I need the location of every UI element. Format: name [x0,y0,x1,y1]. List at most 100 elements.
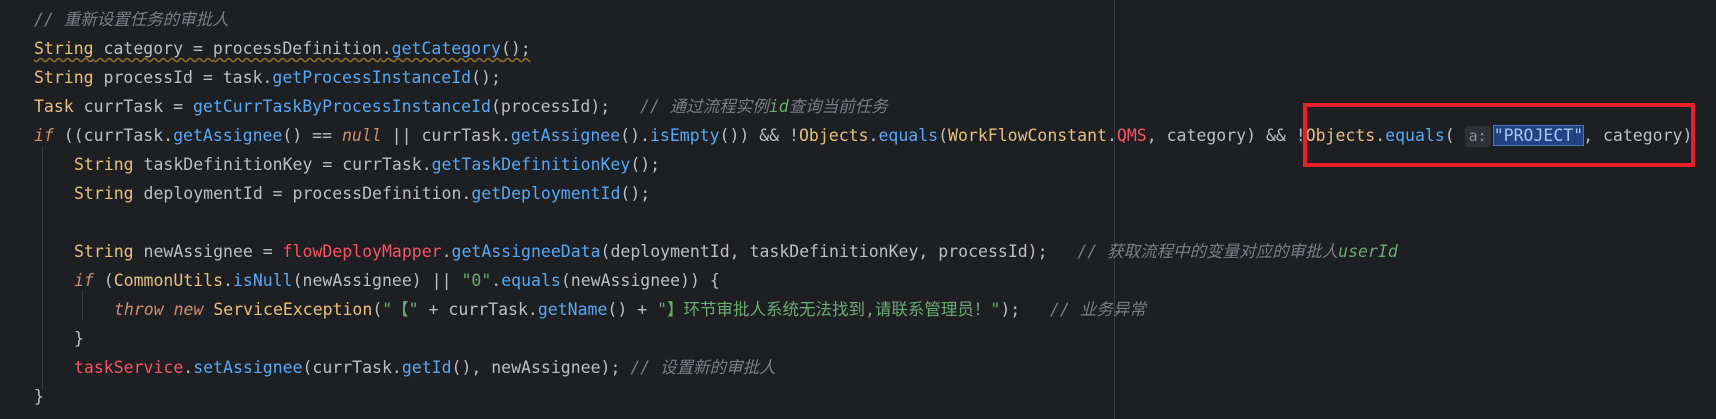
code-token: // 通过流程实例 [640,97,769,116]
code-token: throw [114,300,164,319]
code-token: id [768,97,789,116]
code-token: new [173,300,204,319]
code-token: . [223,271,233,290]
code-line-1[interactable]: // 重新设置任务的审批人 [34,5,229,34]
code-token: // 业务异常 [1050,300,1146,319]
code-line-6[interactable]: String taskDefinitionKey = currTask.getT… [74,150,660,179]
code-token: getId [401,358,452,377]
code-token: QMS [1116,126,1147,145]
code-token: () == [282,126,342,145]
code-token: equals [878,126,939,145]
code-token: (currTask. [302,358,402,377]
code-token: newAssignee = [133,242,283,261]
code-token: . [183,358,194,377]
code-token: . [491,271,502,290]
code-token: (); [620,184,651,203]
code-token: getAssignee [510,126,621,145]
code-line-4[interactable]: Task currTask = getCurrTaskByProcessInst… [34,92,888,121]
code-token: (deploymentId, taskDefinitionKey, proces… [600,242,1078,261]
code-token: ( [372,300,383,319]
code-line-11[interactable]: throw new ServiceException("【" + currTas… [114,295,1146,324]
code-token: (). [620,126,650,145]
code-token: ServiceException [213,300,373,319]
code-token: String [34,39,94,58]
code-token: . [1106,126,1117,145]
code-line-14[interactable]: } [34,382,44,411]
code-token: ()) && ! [719,126,799,145]
code-token: } [34,387,44,406]
code-token: 查询当前任务 [788,97,888,116]
code-line-13[interactable]: taskService.setAssignee(currTask.getId()… [74,353,776,382]
code-token: getCategory [391,39,501,58]
code-token: getCurrTaskByProcessInstanceId [192,97,491,116]
code-token: deploymentId = processDefinition. [133,184,472,203]
code-token: ); [1000,300,1051,319]
code-token: if [34,126,54,145]
code-token: () + [607,300,658,319]
code-token: // 设置新的审批人 [630,358,776,377]
code-token: (); [500,39,531,58]
code-line-7[interactable]: String deploymentId = processDefinition.… [74,179,650,208]
code-line-10[interactable]: if (CommonUtils.isNull(newAssignee) || "… [74,266,720,295]
code-token: // 获取流程中的变量对应的审批人 [1077,242,1339,261]
code-token: String [74,242,134,261]
code-token: (newAssignee) || [292,271,462,290]
code-token: getName [537,300,608,319]
code-token: ( [93,271,114,290]
code-token: (newAssignee)) { [560,271,720,290]
code-line-9[interactable]: String newAssignee = flowDeployMapper.ge… [74,237,1398,266]
code-token: taskService [74,358,184,377]
code-token: . [441,242,452,261]
code-token: . [868,126,879,145]
code-token: "】环节审批人系统无法找到,请联系管理员！" [657,300,1001,319]
code-token: || currTask. [381,126,511,145]
code-token: getAssigneeData [451,242,601,261]
code-token: taskDefinitionKey = currTask. [133,155,432,174]
code-token: (), newAssignee); [451,358,631,377]
code-token: (); [471,68,501,87]
code-token: flowDeployMapper [282,242,442,261]
code-line-2[interactable]: String category = processDefinition.getC… [34,34,531,63]
code-token: equals [501,271,561,290]
code-token: getProcessInstanceId [272,68,472,87]
code-token: String [74,184,134,203]
code-token: . [381,39,392,58]
code-token: + currTask. [418,300,538,319]
indent-guide [42,146,43,390]
right-margin-guide [1114,0,1115,419]
code-token: getAssignee [173,126,283,145]
code-token: currTask = [73,97,193,116]
code-token: (); [630,155,661,174]
code-token: setAssignee [193,358,303,377]
code-token: } [74,329,84,348]
code-token: isEmpty [649,126,720,145]
code-line-12[interactable]: } [74,324,84,353]
code-token: , category) && ! [1146,126,1306,145]
code-token: String [34,68,94,87]
annotation-highlight-box [1303,103,1695,167]
code-token: String [74,155,134,174]
code-token: // 重新设置任务的审批人 [34,10,229,29]
code-token: getTaskDefinitionKey [431,155,631,174]
code-token: "0" [461,271,492,290]
code-token: null [341,126,382,145]
code-token: (processId); [490,97,640,116]
code-token: CommonUtils [113,271,224,290]
code-token: userId [1338,242,1398,261]
code-token: WorkFlowConstant [948,126,1107,145]
code-line-3[interactable]: String processId = task.getProcessInstan… [34,63,501,92]
code-editor[interactable]: // 重新设置任务的审批人 String category = processDe… [0,0,1716,419]
code-token: Objects [799,126,869,145]
code-token: processDefinition [212,39,382,58]
code-token: processId = task. [93,68,273,87]
code-token: ( [938,126,949,145]
code-token: "【" [382,300,419,319]
code-token: getDeploymentId [471,184,621,203]
code-token: category = [93,39,213,58]
code-token: isNull [232,271,293,290]
code-token: if [74,271,94,290]
code-token: Task [34,97,74,116]
code-token: ((currTask. [53,126,174,145]
